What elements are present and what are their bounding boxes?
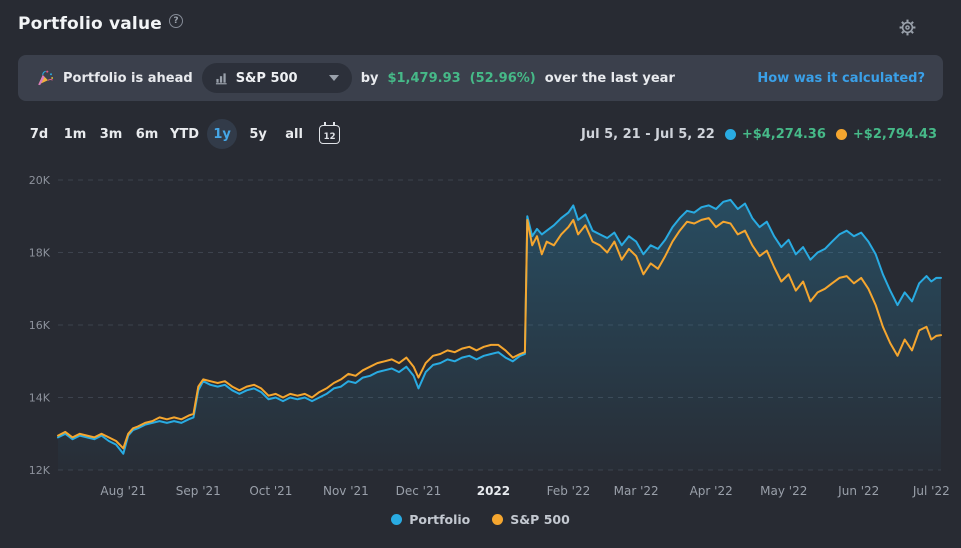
series-dot-icon [835, 128, 847, 140]
page-title: Portfolio value [18, 14, 162, 34]
time-range-group: 7d 1m 3m 6m YTD 1y 5y all [24, 119, 309, 149]
period-summary: Jul 5, 21 - Jul 5, 22 +$4,274.36 +$2,794.… [581, 127, 937, 142]
legend-item-portfolio[interactable]: Portfolio [391, 512, 470, 527]
range-button-5y[interactable]: 5y [243, 119, 273, 149]
benchmark-value: S&P 500 [235, 70, 298, 86]
banner-percent: (52.96%) [469, 70, 536, 86]
banner-amount: $1,479.93 [387, 70, 461, 86]
legend-label: S&P 500 [510, 512, 570, 527]
chevron-down-icon [328, 75, 339, 81]
y-tick-label: 16K [29, 319, 51, 332]
calendar-icon[interactable]: 12 [319, 121, 341, 144]
gear-icon[interactable] [898, 18, 917, 41]
legend-label: Portfolio [409, 512, 471, 527]
help-icon[interactable]: ? [169, 14, 183, 28]
range-button-6m[interactable]: 6m [132, 119, 162, 149]
y-tick-label: 18K [29, 247, 51, 260]
series-dot-icon [724, 128, 736, 140]
gain-item-0: +$4,274.36 [724, 126, 826, 142]
portfolio-area [58, 199, 941, 470]
widget-header: Portfolio value ? [18, 14, 943, 42]
banner-lead-text: Portfolio is ahead [63, 70, 193, 86]
x-tick-label: Apr '22 [690, 484, 733, 498]
legend-dot-icon [492, 514, 504, 525]
calendar-number: 12 [323, 131, 336, 142]
benchmark-select[interactable]: S&P 500 [201, 63, 352, 93]
x-tick-label: Feb '22 [547, 484, 591, 498]
x-tick-label: Nov '21 [323, 484, 369, 498]
gain-item-1: +$2,794.43 [835, 126, 937, 142]
banner-by-text: by [360, 70, 379, 86]
range-button-all[interactable]: all [279, 119, 309, 149]
party-popper-icon [36, 69, 54, 87]
how-calculated-link[interactable]: How was it calculated? [757, 71, 925, 86]
portfolio-chart-svg[interactable]: 20K 18K 16K 14K 12K Aug '21 Sep '21 Oct '21 Nov … [0, 156, 961, 512]
x-tick-label: 2022 [477, 484, 510, 498]
range-button-YTD[interactable]: YTD [168, 119, 201, 149]
range-button-1y[interactable]: 1y [207, 119, 238, 149]
x-tick-label: Dec '21 [396, 484, 442, 498]
legend-dot-icon [391, 514, 403, 525]
y-tick-label: 14K [29, 392, 51, 405]
bar-chart-icon [215, 72, 228, 85]
x-tick-label: Aug '21 [100, 484, 146, 498]
range-button-1m[interactable]: 1m [60, 119, 90, 149]
y-tick-label: 12K [29, 464, 51, 477]
performance-banner: Portfolio is ahead S&P 500 by $1,479.93 … [18, 55, 943, 101]
x-tick-label: Mar '22 [614, 484, 659, 498]
x-tick-label: Oct '21 [249, 484, 292, 498]
x-tick-label: Sep '21 [176, 484, 221, 498]
x-tick-label: Jun '22 [837, 484, 879, 498]
gain-value: +$2,794.43 [852, 126, 937, 142]
date-range-label: Jul 5, 21 - Jul 5, 22 [581, 126, 715, 142]
portfolio-value-widget: Portfolio value ? Portfolio is ahead S&P… [0, 0, 961, 548]
chart-area: 20K 18K 16K 14K 12K Aug '21 Sep '21 Oct '21 Nov … [0, 156, 961, 516]
period-gains: +$4,274.36 +$2,794.43 [724, 126, 937, 142]
chart-controls: 7d 1m 3m 6m YTD 1y 5y all 12 Jul 5, 21 - Jul 5,… [18, 118, 943, 150]
banner-tail-text: over the last year [544, 70, 675, 86]
y-tick-label: 20K [29, 174, 51, 187]
gain-value: +$4,274.36 [741, 126, 826, 142]
legend-item-s-p-500[interactable]: S&P 500 [492, 512, 570, 527]
range-button-7d[interactable]: 7d [24, 119, 54, 149]
range-button-3m[interactable]: 3m [96, 119, 126, 149]
x-tick-label: May '22 [760, 484, 807, 498]
x-tick-label: Jul '22 [912, 484, 950, 498]
